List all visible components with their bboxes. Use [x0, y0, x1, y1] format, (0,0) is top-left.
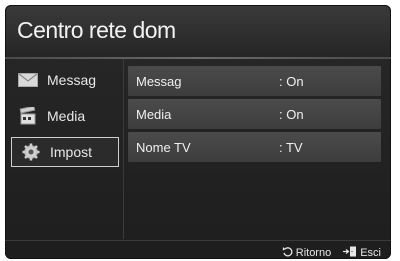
- sidebar-item-media[interactable]: Media: [9, 101, 121, 131]
- row-label: Nome TV: [136, 139, 191, 155]
- row-value: : On: [279, 106, 304, 122]
- exit-door-icon: [343, 246, 357, 259]
- settings-row-tv-name[interactable]: Nome TV : TV: [128, 132, 381, 162]
- exit-label: Esci: [360, 247, 381, 259]
- footer-divider: [5, 240, 391, 241]
- back-label: Ritorno: [295, 247, 332, 259]
- sidebar-item-messages[interactable]: Messag: [9, 65, 121, 95]
- column-divider: [123, 59, 124, 239]
- home-network-center-panel: Centro rete dom Messag Media Impost Mess…: [5, 5, 391, 259]
- exit-button[interactable]: Esci: [343, 246, 381, 259]
- sidebar-item-settings[interactable]: Impost: [11, 137, 119, 167]
- page-title: Centro rete dom: [17, 17, 176, 43]
- mail-icon: [17, 71, 39, 89]
- row-label: Messag: [136, 73, 182, 89]
- row-label: Media: [136, 106, 172, 122]
- sidebar-item-label: Impost: [50, 144, 93, 160]
- sidebar: Messag Media Impost: [9, 65, 121, 173]
- row-value: : On: [279, 73, 304, 89]
- gear-icon: [20, 143, 42, 161]
- settings-row-media[interactable]: Media : On: [128, 99, 381, 129]
- sidebar-item-label: Messag: [47, 72, 97, 88]
- title-divider: [5, 57, 391, 59]
- settings-list: Messag : On Media : On Nome TV : TV: [128, 66, 381, 165]
- sidebar-item-label: Media: [47, 108, 86, 124]
- return-arrow-icon: [282, 246, 293, 259]
- back-button[interactable]: Ritorno: [282, 246, 331, 259]
- row-value: : TV: [279, 139, 303, 155]
- footer-hints: Ritorno Esci: [282, 246, 381, 259]
- film-clapper-icon: [17, 107, 39, 125]
- settings-row-messages[interactable]: Messag : On: [128, 66, 381, 96]
